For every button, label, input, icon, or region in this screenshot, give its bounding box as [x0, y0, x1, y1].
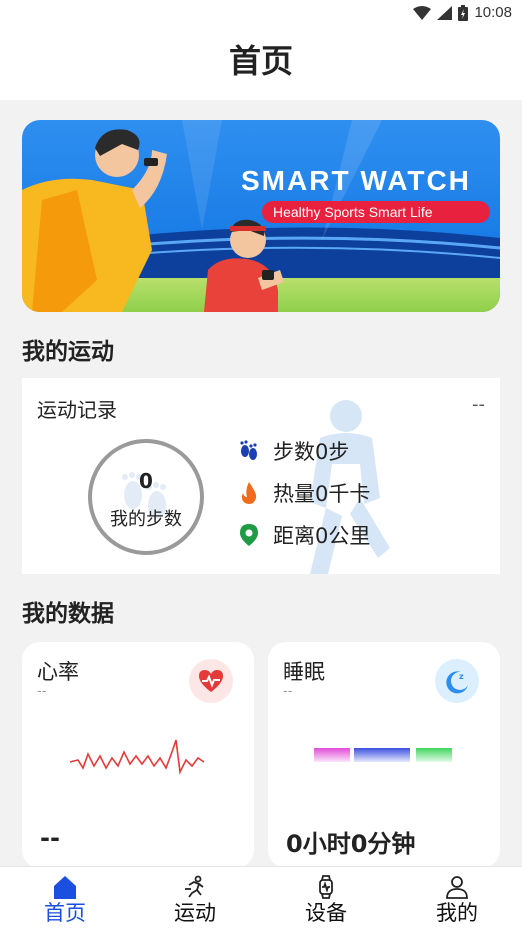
bottom-tab-bar: 首页 运动 设备 我的 [0, 866, 522, 928]
tab-home[interactable]: 首页 [0, 867, 130, 928]
sleep-title: 睡眠 [283, 660, 325, 684]
battery-icon [458, 4, 469, 21]
footprint-icon [237, 439, 261, 463]
heart-rate-card[interactable]: 心率 -- -- [22, 642, 254, 868]
promo-banner[interactable]: SMART WATCH Healthy Sports Smart Life [22, 120, 500, 312]
sport-record-more[interactable]: -- [472, 394, 485, 415]
location-pin-icon [237, 523, 261, 547]
watch-icon [319, 875, 333, 899]
tab-sport[interactable]: 运动 [130, 867, 260, 928]
home-icon [54, 876, 76, 899]
sleep-moon-icon: z [435, 659, 479, 703]
sport-record-card[interactable]: 运动记录 -- 0 我的步数 步数0步 热量0千卡 距离0公里 [22, 378, 500, 574]
tab-sport-label: 运动 [174, 901, 216, 925]
sport-record-title: 运动记录 [37, 398, 117, 422]
sleep-card[interactable]: 睡眠 -- z 0小时0分钟 [268, 642, 500, 868]
banner-headline: SMART WATCH [241, 165, 471, 196]
banner-illustration: SMART WATCH Healthy Sports Smart Life [22, 120, 500, 312]
user-icon [446, 876, 468, 899]
heart-rate-value: -- [40, 824, 60, 852]
tab-device[interactable]: 设备 [261, 867, 391, 928]
my-data-section-title: 我的数据 [22, 601, 114, 627]
tab-device-label: 设备 [305, 901, 347, 925]
heart-rate-waveform [70, 739, 205, 775]
flame-icon [237, 481, 261, 505]
running-icon [185, 875, 204, 898]
tab-home-label: 首页 [44, 901, 86, 925]
status-bar: 10:08 [0, 0, 522, 28]
banner-tagline: Healthy Sports Smart Life [273, 204, 433, 220]
steps-label: 我的步数 [110, 509, 182, 530]
wifi-icon [413, 5, 432, 20]
stat-calories-text: 热量0千卡 [273, 482, 371, 506]
svg-text:z: z [459, 672, 464, 681]
sleep-stage-bars [314, 748, 452, 762]
steps-count: 0 [139, 469, 153, 493]
stat-distance-text: 距离0公里 [273, 524, 371, 548]
stat-steps-text: 步数0步 [273, 440, 350, 464]
stat-calories: 热量0千卡 [237, 478, 370, 508]
page-title: 首页 [228, 42, 293, 80]
status-time: 10:08 [474, 4, 512, 21]
heart-rate-subtitle: -- [37, 684, 47, 699]
my-sport-section-title: 我的运动 [22, 339, 114, 365]
heart-rate-icon [189, 659, 233, 703]
tab-mine-label: 我的 [436, 901, 478, 925]
stat-steps: 步数0步 [237, 436, 349, 466]
tab-mine[interactable]: 我的 [392, 867, 522, 928]
stat-distance: 距离0公里 [237, 520, 370, 550]
sleep-value: 0小时0分钟 [286, 830, 416, 858]
header: 首页 [0, 28, 522, 100]
status-icons: 10:08 [413, 4, 512, 21]
steps-ring: 0 我的步数 [88, 439, 204, 555]
sleep-subtitle: -- [283, 684, 293, 699]
heart-rate-title: 心率 [37, 660, 79, 684]
signal-icon [437, 5, 453, 20]
